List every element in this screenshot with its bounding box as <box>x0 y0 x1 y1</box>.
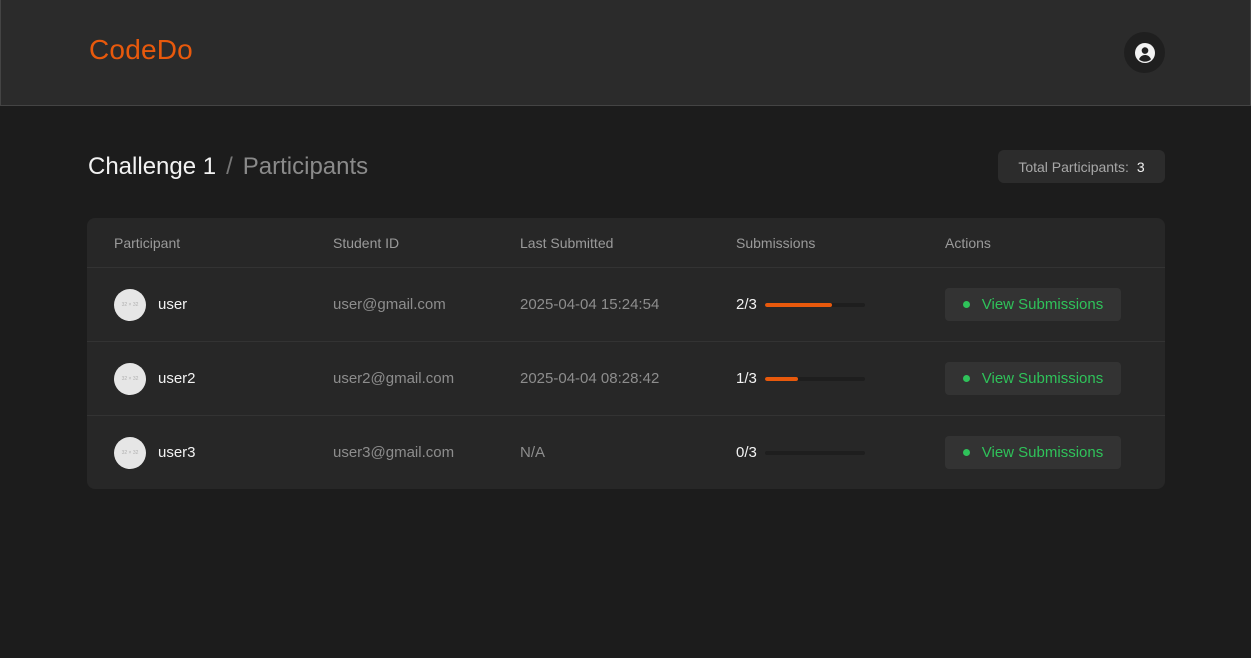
top-bar: CodeDo <box>0 0 1251 106</box>
submissions-progress-fill <box>764 376 799 381</box>
table-row: 32 × 32 user3 user3@gmail.com N/A 0/3 Vi… <box>87 416 1165 489</box>
view-submissions-label: View Submissions <box>981 444 1104 461</box>
status-dot-icon <box>962 375 970 382</box>
submissions-cell: 1/3 <box>736 342 865 415</box>
submissions-cell: 0/3 <box>736 416 865 489</box>
avatar: 32 × 32 <box>114 288 146 321</box>
submissions-count: 1/3 <box>736 370 757 387</box>
actions-cell: View Submissions <box>945 342 1121 415</box>
participant-cell: 32 × 32 user2 <box>114 342 196 415</box>
total-participants-label: Total Participants: <box>1018 158 1129 175</box>
participants-table: Participant Student ID Last Submitted Su… <box>87 218 1165 489</box>
view-submissions-button[interactable]: View Submissions <box>945 362 1121 395</box>
table-row: 32 × 32 user2 user2@gmail.com 2025-04-04… <box>87 342 1165 416</box>
view-submissions-label: View Submissions <box>981 296 1104 313</box>
breadcrumb: Challenge 1 / Participants <box>88 150 368 184</box>
column-header-participant: Participant <box>114 234 181 251</box>
total-participants-badge: Total Participants: 3 <box>998 150 1165 183</box>
table-row: 32 × 32 user user@gmail.com 2025-04-04 1… <box>87 268 1165 342</box>
avatar: 32 × 32 <box>114 362 146 395</box>
column-header-actions: Actions <box>945 234 991 251</box>
column-header-student-id: Student ID <box>333 234 400 251</box>
user-circle-icon <box>1134 42 1155 63</box>
participant-cell: 32 × 32 user <box>114 268 187 341</box>
view-submissions-label: View Submissions <box>981 370 1104 387</box>
submissions-progress-bar <box>764 376 865 381</box>
status-dot-icon <box>962 301 970 308</box>
last-submitted: 2025-04-04 15:24:54 <box>520 296 660 313</box>
student-id: user2@gmail.com <box>333 370 455 387</box>
brand-logo[interactable]: CodeDo <box>89 34 193 66</box>
participant-name: user <box>158 296 188 313</box>
submissions-count: 0/3 <box>736 444 757 461</box>
breadcrumb-challenge[interactable]: Challenge 1 <box>88 153 216 181</box>
submissions-progress-fill <box>764 302 832 307</box>
column-header-last-submitted: Last Submitted <box>520 234 614 251</box>
student-id: user@gmail.com <box>333 296 446 313</box>
participant-cell: 32 × 32 user3 <box>114 416 196 489</box>
submissions-cell: 2/3 <box>736 268 865 341</box>
submissions-count: 2/3 <box>736 296 757 313</box>
actions-cell: View Submissions <box>945 416 1121 489</box>
actions-cell: View Submissions <box>945 268 1121 341</box>
submissions-progress-bar <box>764 450 865 455</box>
student-id: user3@gmail.com <box>333 444 455 461</box>
last-submitted: 2025-04-04 08:28:42 <box>520 370 660 387</box>
column-header-submissions: Submissions <box>736 234 816 251</box>
profile-button[interactable] <box>1124 32 1165 73</box>
participant-name: user3 <box>158 444 196 461</box>
participant-name: user2 <box>158 370 196 387</box>
status-dot-icon <box>962 449 970 456</box>
avatar: 32 × 32 <box>114 436 146 469</box>
breadcrumb-participants: Participants <box>242 153 369 180</box>
submissions-progress-bar <box>764 302 865 307</box>
total-participants-count: 3 <box>1136 158 1145 175</box>
view-submissions-button[interactable]: View Submissions <box>945 288 1121 321</box>
breadcrumb-separator: / <box>226 153 233 180</box>
view-submissions-button[interactable]: View Submissions <box>945 436 1121 469</box>
table-header-row: Participant Student ID Last Submitted Su… <box>87 218 1165 268</box>
last-submitted: N/A <box>520 444 546 461</box>
